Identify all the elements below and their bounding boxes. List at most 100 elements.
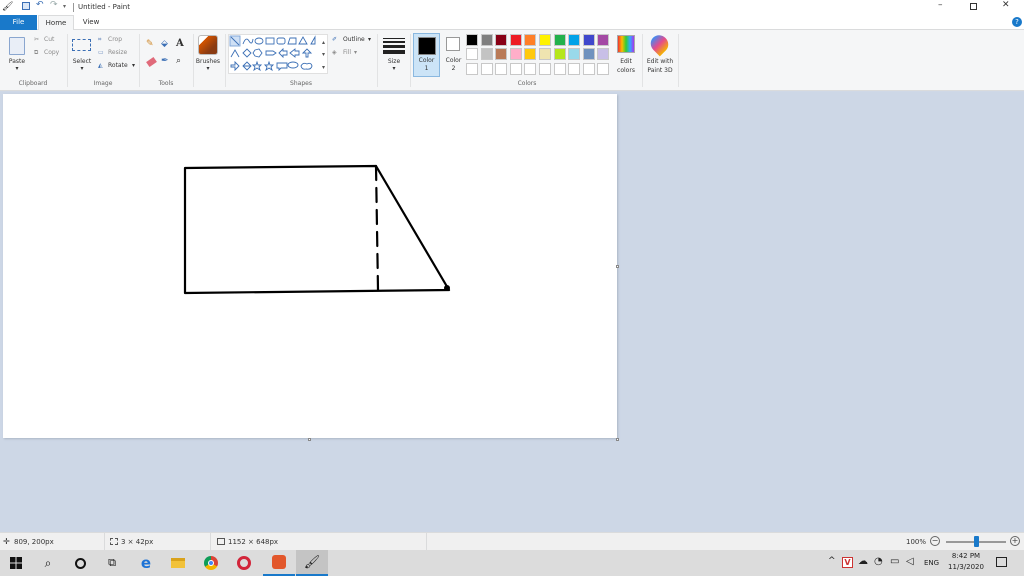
show-hidden-icons[interactable]: ^	[828, 556, 836, 566]
edit-paint3d-button-line2[interactable]: Paint 3D	[643, 67, 677, 75]
color-picker-icon[interactable]: ✒	[161, 56, 169, 66]
tab-file[interactable]: File	[0, 15, 37, 30]
custom-color-swatch[interactable]	[568, 63, 581, 75]
resize-button[interactable]: Resize	[108, 49, 127, 56]
canvas-resize-handle-right[interactable]	[616, 265, 619, 268]
palette-swatch[interactable]	[553, 34, 566, 46]
paint-taskbar-button[interactable]: 🖌	[296, 550, 328, 576]
cut-button[interactable]: Cut	[44, 36, 54, 43]
start-button[interactable]	[0, 550, 32, 576]
palette-swatch[interactable]	[568, 34, 581, 46]
outline-button[interactable]: Outline	[343, 36, 365, 43]
custom-color-swatch[interactable]	[553, 63, 566, 75]
palette-swatch[interactable]	[495, 34, 508, 46]
tab-view[interactable]: View	[76, 15, 106, 30]
search-button[interactable]: ⌕	[32, 550, 64, 576]
edit-colors-button[interactable]: Edit	[612, 58, 640, 66]
clock-date[interactable]: 11/3/2020	[946, 563, 986, 571]
palette-swatch[interactable]	[597, 48, 610, 60]
palette-swatch[interactable]	[539, 48, 551, 60]
palette-swatch[interactable]	[539, 34, 551, 46]
rotate-dropdown-icon[interactable]: ▾	[132, 62, 135, 69]
select-dropdown-icon[interactable]: ▾	[68, 65, 96, 73]
undo-icon[interactable]: ↶	[36, 0, 44, 10]
palette-swatch[interactable]	[509, 48, 522, 60]
brushes-icon[interactable]	[198, 35, 218, 55]
custom-color-swatch[interactable]	[582, 63, 595, 75]
task-view-button[interactable]: ⧉	[96, 550, 128, 576]
copy-button[interactable]: Copy	[44, 49, 59, 56]
palette-swatch[interactable]	[597, 34, 610, 46]
edit-colors-icon[interactable]	[617, 35, 635, 53]
paste-icon[interactable]	[9, 37, 25, 55]
palette-swatch[interactable]	[466, 48, 478, 60]
paste-dropdown-icon[interactable]: ▾	[4, 65, 30, 73]
pencil-icon[interactable]: ✎	[146, 39, 154, 49]
save-icon[interactable]	[22, 2, 30, 10]
palette-swatch[interactable]	[524, 48, 537, 60]
custom-color-swatch[interactable]	[466, 63, 478, 75]
drawing-canvas[interactable]	[3, 94, 617, 438]
paint3d-icon[interactable]	[647, 31, 672, 57]
close-button[interactable]: ✕	[1002, 0, 1010, 10]
zoom-in-button[interactable]: +	[1010, 536, 1020, 546]
help-icon[interactable]: ?	[1012, 17, 1022, 27]
wifi-icon[interactable]: ◔	[874, 556, 883, 567]
canvas-resize-handle-corner[interactable]	[616, 438, 619, 441]
custom-color-swatch[interactable]	[480, 63, 493, 75]
text-tool-icon[interactable]: A	[176, 38, 184, 49]
tab-home[interactable]: Home	[38, 15, 74, 30]
outline-dropdown-icon[interactable]: ▾	[368, 36, 371, 43]
language-indicator[interactable]: ENG	[924, 559, 939, 567]
custom-color-swatch[interactable]	[509, 63, 522, 75]
palette-swatch[interactable]	[582, 48, 595, 60]
customize-quick-access-icon[interactable]: ▾	[63, 3, 66, 10]
palette-swatch[interactable]	[524, 34, 537, 46]
battery-icon[interactable]: ▭	[890, 556, 899, 567]
palette-swatch[interactable]	[553, 48, 566, 60]
eraser-icon[interactable]	[146, 56, 157, 68]
cortana-button[interactable]	[64, 550, 96, 576]
fill-dropdown-icon[interactable]: ▾	[354, 49, 357, 56]
edit-paint3d-button[interactable]: Edit with	[643, 58, 677, 66]
paint-app-icon[interactable]: 🖌	[2, 2, 13, 12]
notifications-icon[interactable]	[996, 557, 1007, 567]
custom-color-swatch[interactable]	[539, 63, 551, 75]
antivirus-icon[interactable]: V	[842, 557, 853, 568]
size-icon[interactable]	[383, 38, 405, 54]
custom-color-swatch[interactable]	[597, 63, 610, 75]
palette-swatch[interactable]	[582, 34, 595, 46]
fill-bucket-icon[interactable]: ⬙	[161, 39, 168, 49]
size-dropdown-icon[interactable]: ▾	[380, 65, 408, 73]
zoom-slider-thumb[interactable]	[974, 536, 979, 547]
redo-icon[interactable]: ↷	[50, 0, 58, 10]
color2-selector[interactable]	[446, 37, 460, 51]
fill-button[interactable]: Fill	[343, 49, 351, 56]
crop-button[interactable]: Crop	[108, 36, 122, 43]
palette-swatch[interactable]	[568, 48, 581, 60]
rotate-button[interactable]: Rotate	[108, 62, 128, 69]
magnifier-icon[interactable]: ⌕	[176, 56, 181, 66]
clock-time[interactable]: 8:42 PM	[948, 552, 984, 560]
edit-colors-button-line2[interactable]: colors	[612, 67, 640, 75]
minimize-button[interactable]: –	[938, 0, 943, 10]
shapes-gallery[interactable]: ▴ ▾ ▾	[228, 34, 328, 74]
app-taskbar-button[interactable]	[228, 550, 260, 576]
snip-taskbar-button[interactable]	[263, 550, 295, 576]
custom-color-swatch[interactable]	[495, 63, 508, 75]
palette-swatch[interactable]	[509, 34, 522, 46]
explorer-taskbar-button[interactable]	[162, 550, 194, 576]
chrome-taskbar-button[interactable]	[195, 550, 227, 576]
palette-swatch[interactable]	[466, 34, 478, 46]
restore-button[interactable]	[970, 3, 977, 10]
palette-swatch[interactable]	[480, 34, 493, 46]
edge-taskbar-button[interactable]: e	[130, 550, 162, 576]
select-icon[interactable]	[72, 39, 91, 51]
canvas-resize-handle-bottom[interactable]	[308, 438, 311, 441]
brushes-dropdown-icon[interactable]: ▾	[194, 65, 222, 73]
onedrive-icon[interactable]: ☁	[858, 556, 868, 567]
palette-swatch[interactable]	[495, 48, 508, 60]
custom-color-swatch[interactable]	[524, 63, 537, 75]
zoom-out-button[interactable]: −	[930, 536, 940, 546]
volume-icon[interactable]: ◁	[906, 556, 914, 567]
